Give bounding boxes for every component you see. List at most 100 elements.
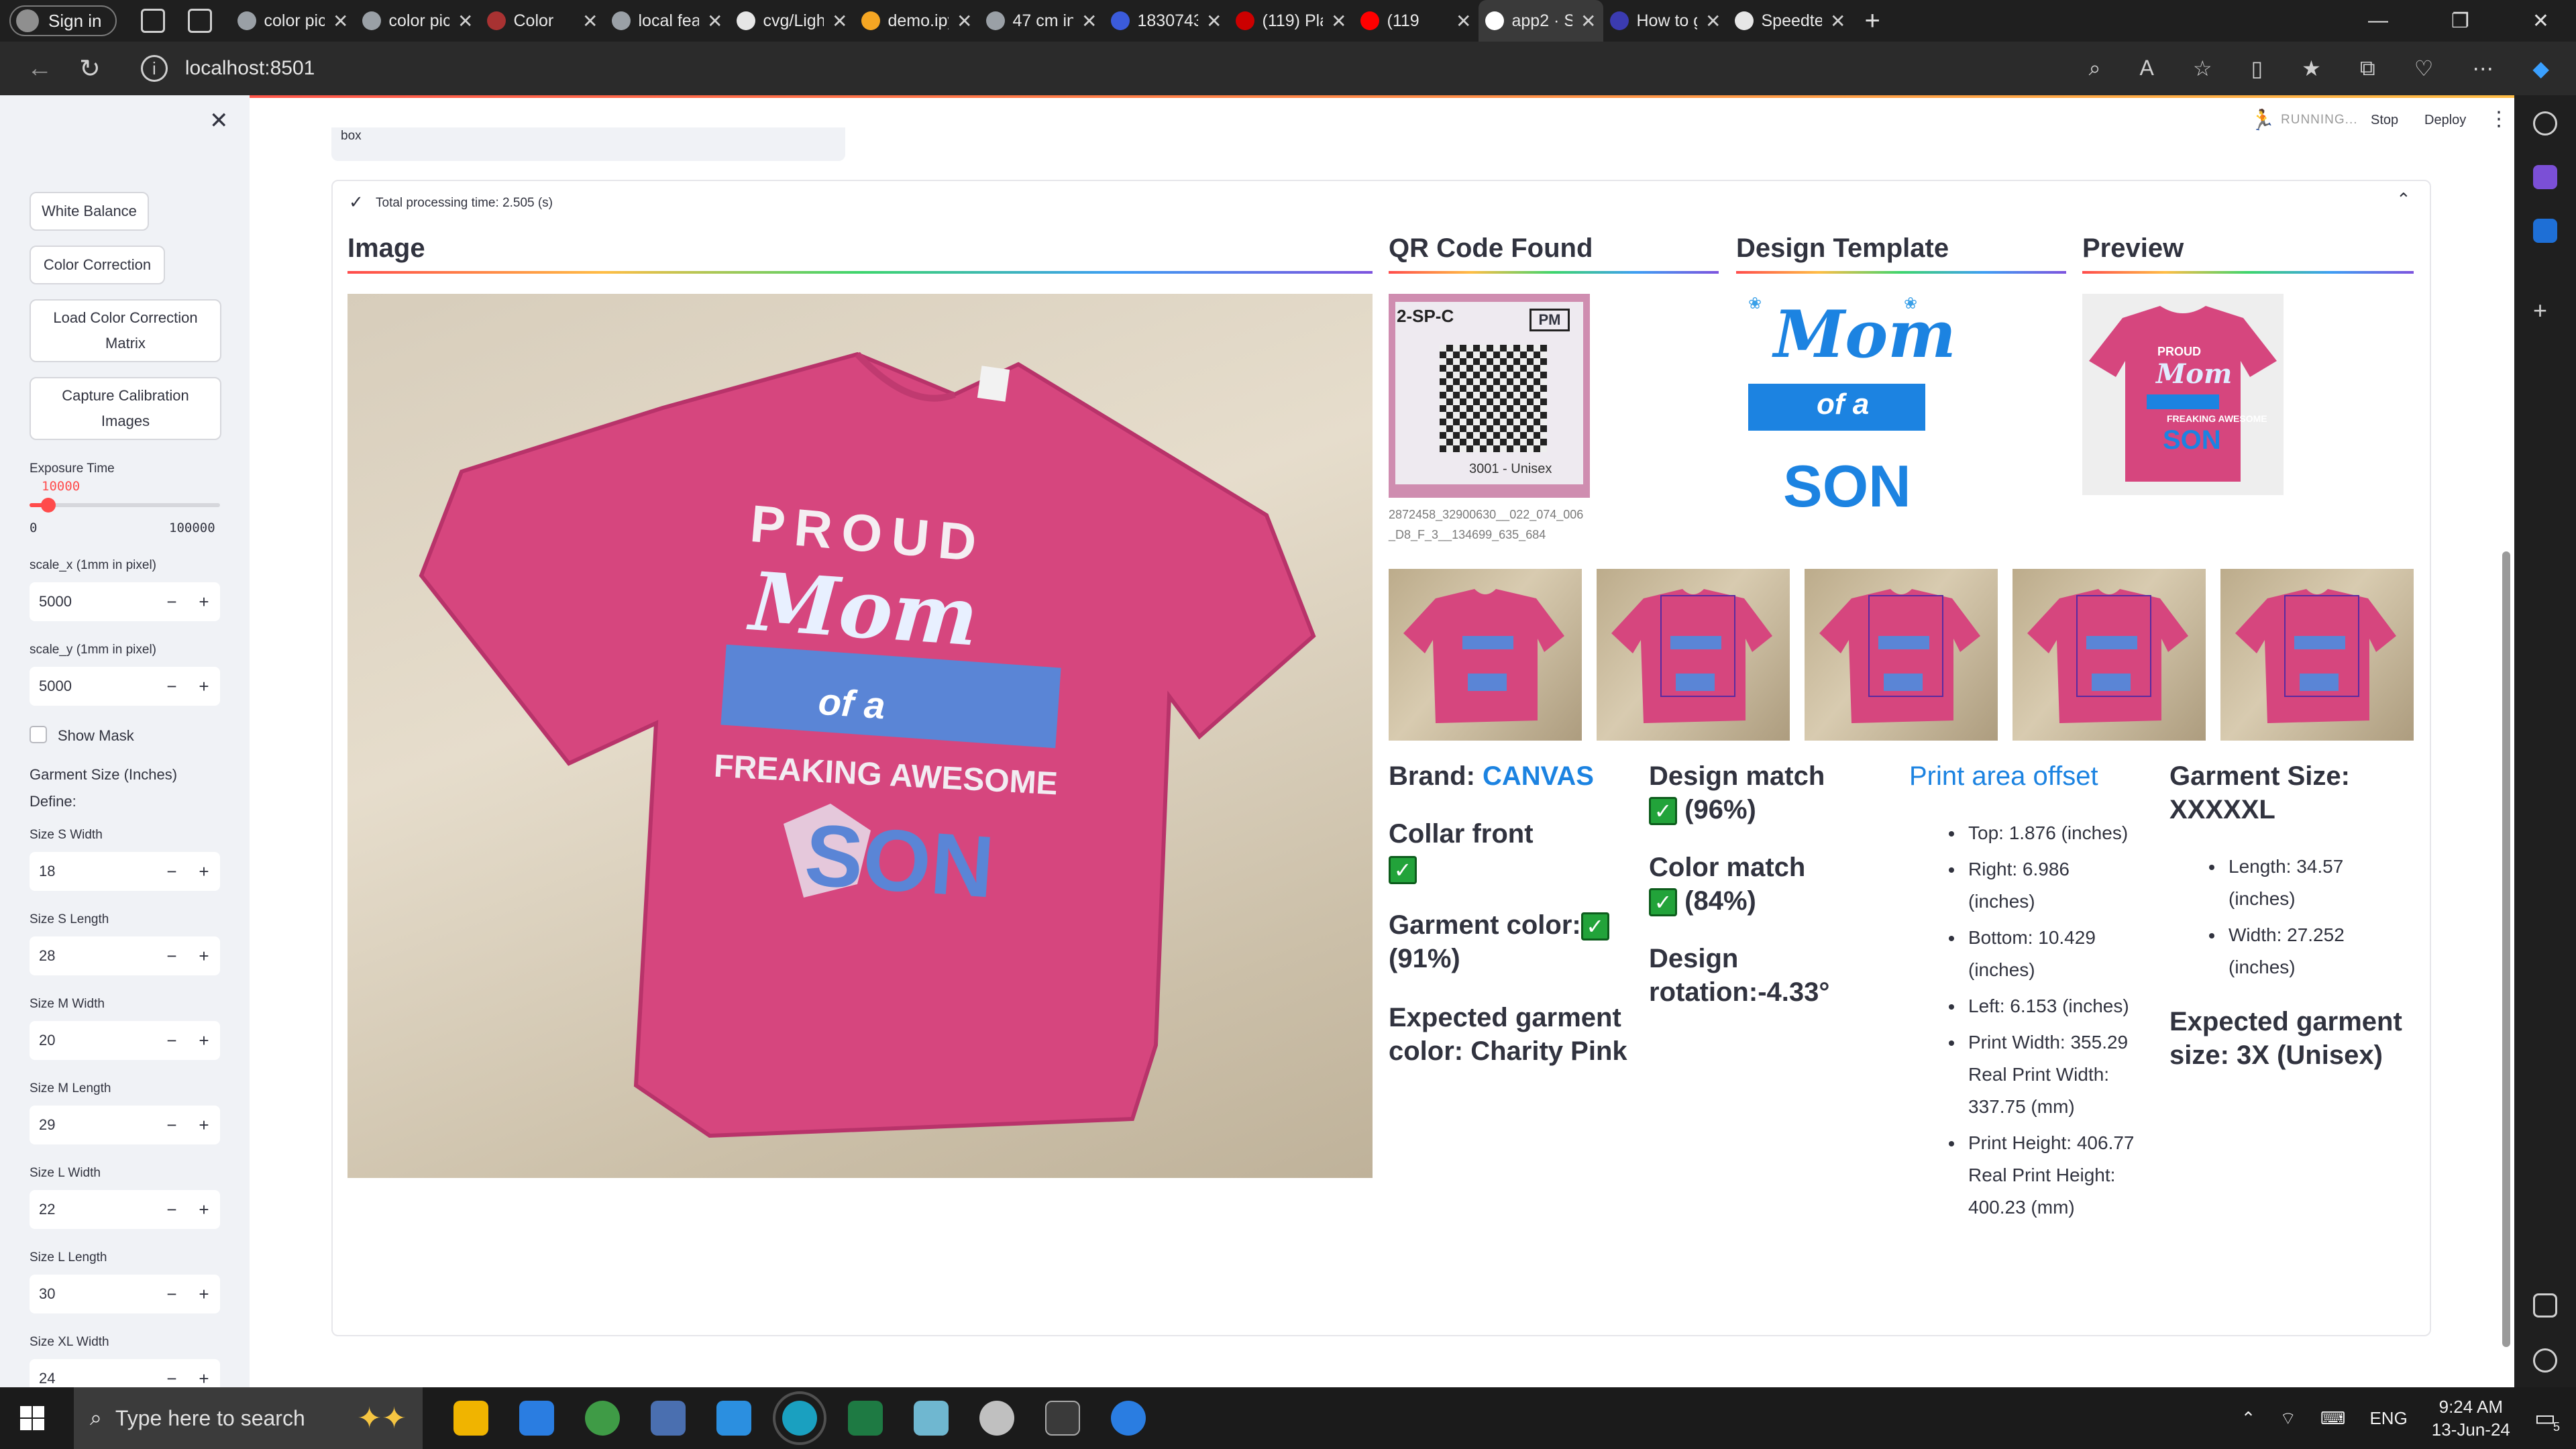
tab-close-icon[interactable]: ✕ [1705, 10, 1721, 32]
main-menu-icon[interactable]: ⋮ [2489, 107, 2509, 131]
network-icon[interactable]: ⌔ [2279, 1407, 2296, 1430]
browser-tab[interactable]: color pick ✕ [356, 0, 480, 42]
scale-x-increment-button[interactable]: + [188, 592, 220, 612]
show-mask-checkbox[interactable] [30, 726, 47, 743]
browser-tab[interactable]: (119 ✕ [1354, 0, 1479, 42]
zalo-icon[interactable] [1111, 1401, 1146, 1436]
more-menu-icon[interactable]: ⋯ [2472, 56, 2493, 81]
size-m-width-value[interactable]: 20 [30, 1032, 156, 1049]
vscode-icon[interactable] [716, 1401, 751, 1436]
size-l-width-increment-button[interactable]: + [188, 1199, 220, 1220]
stop-button[interactable]: Stop [2371, 113, 2398, 128]
favorites-icon[interactable]: ★ [2302, 56, 2321, 81]
size-xl-width-input[interactable]: 24 − + [30, 1359, 220, 1387]
tab-close-icon[interactable]: ✕ [582, 10, 598, 32]
outlook-icon[interactable] [2533, 219, 2557, 243]
size-m-length-decrement-button[interactable]: − [156, 1115, 188, 1136]
size-l-width-input[interactable]: 22 − + [30, 1190, 220, 1229]
browser-tab[interactable]: 47 cm in ✕ [979, 0, 1104, 42]
size-m-length-increment-button[interactable]: + [188, 1115, 220, 1136]
reload-icon[interactable]: ↻ [79, 54, 101, 84]
url-field[interactable]: localhost:8501 [185, 57, 315, 80]
read-aloud-icon[interactable]: A [2140, 56, 2154, 81]
size-xl-width-decrement-button[interactable]: − [156, 1368, 188, 1388]
favorite-star-icon[interactable]: ☆ [2193, 56, 2212, 81]
browser-tab[interactable]: local featu ✕ [605, 0, 730, 42]
size-xl-width-value[interactable]: 24 [30, 1370, 156, 1387]
browser-tab[interactable]: Color ✕ [480, 0, 605, 42]
search-icon[interactable] [2533, 111, 2557, 136]
scale-x-input[interactable]: 5000 − + [30, 582, 220, 621]
calculator-icon[interactable] [1045, 1401, 1080, 1436]
language-indicator[interactable]: ENG [2369, 1408, 2407, 1429]
taskbar-search[interactable]: ⌕ Type here to search ✦✦ [74, 1387, 423, 1449]
split-screen-icon[interactable]: ▯ [2251, 56, 2263, 81]
collections-icon[interactable]: ⧉ [2360, 56, 2375, 81]
white-balance-button[interactable]: White Balance [30, 192, 149, 231]
size-l-length-decrement-button[interactable]: − [156, 1284, 188, 1305]
size-s-width-increment-button[interactable]: + [188, 861, 220, 882]
notes-icon[interactable] [914, 1401, 949, 1436]
browser-tab[interactable]: How to g ✕ [1603, 0, 1728, 42]
size-s-length-increment-button[interactable]: + [188, 946, 220, 967]
browser-tab[interactable]: cvg/Light ✕ [730, 0, 855, 42]
tab-close-icon[interactable]: ✕ [1580, 10, 1596, 32]
size-l-width-value[interactable]: 22 [30, 1201, 156, 1218]
scale-y-input[interactable]: 5000 − + [30, 667, 220, 706]
taskbar-search-placeholder[interactable]: Type here to search [115, 1406, 305, 1431]
add-sidebar-app-icon[interactable]: + [2533, 299, 2557, 325]
tab-close-icon[interactable]: ✕ [832, 10, 847, 32]
chrome-icon[interactable] [585, 1401, 620, 1436]
browser-tab[interactable]: demo.ipy ✕ [855, 0, 979, 42]
minimize-icon[interactable]: — [2368, 9, 2388, 33]
sidebar-settings-icon[interactable] [2533, 1348, 2557, 1373]
browser-tab[interactable]: Speedtest ✕ [1728, 0, 1853, 42]
size-s-length-decrement-button[interactable]: − [156, 946, 188, 967]
size-s-width-value[interactable]: 18 [30, 863, 156, 880]
close-sidebar-icon[interactable]: ✕ [209, 107, 229, 134]
browser-tab[interactable]: color pick ✕ [231, 0, 356, 42]
site-info-icon[interactable]: i [140, 55, 168, 82]
tab-close-icon[interactable]: ✕ [333, 10, 348, 32]
profile-signin-button[interactable]: Sign in [9, 5, 117, 36]
browser-essentials-icon[interactable]: ♡ [2414, 56, 2434, 81]
tab-close-icon[interactable]: ✕ [1081, 10, 1097, 32]
tab-actions-icon[interactable] [187, 9, 212, 33]
size-s-length-input[interactable]: 28 − + [30, 936, 220, 975]
tab-close-icon[interactable]: ✕ [957, 10, 972, 32]
tab-close-icon[interactable]: ✕ [1331, 10, 1346, 32]
scale-x-decrement-button[interactable]: − [156, 592, 188, 612]
close-window-icon[interactable]: ✕ [2532, 9, 2549, 33]
deploy-button[interactable]: Deploy [2424, 113, 2466, 128]
size-l-length-value[interactable]: 30 [30, 1285, 156, 1303]
file-explorer-icon[interactable] [453, 1401, 488, 1436]
zoom-icon[interactable]: ⌕ [2089, 56, 2101, 81]
size-m-width-increment-button[interactable]: + [188, 1030, 220, 1051]
scale-y-increment-button[interactable]: + [188, 676, 220, 697]
keyboard-icon[interactable]: ⌨ [2320, 1408, 2346, 1429]
size-l-length-increment-button[interactable]: + [188, 1284, 220, 1305]
color-correction-button[interactable]: Color Correction [30, 246, 165, 284]
back-icon[interactable]: ← [27, 54, 52, 83]
screenshot-icon[interactable] [2533, 1293, 2557, 1318]
exposure-slider-track[interactable] [30, 498, 220, 513]
size-m-width-input[interactable]: 20 − + [30, 1021, 220, 1060]
browser-tab[interactable]: app2 · Str ✕ [1478, 0, 1603, 42]
load-color-correction-matrix-button[interactable]: Load Color Correction Matrix [30, 299, 221, 362]
copilot-icon[interactable]: ◆ [2532, 56, 2549, 81]
tab-close-icon[interactable]: ✕ [1206, 10, 1222, 32]
size-m-width-decrement-button[interactable]: − [156, 1030, 188, 1051]
snipping-tool-icon[interactable] [979, 1401, 1014, 1436]
browser-tab[interactable]: 1830743 ✕ [1104, 0, 1229, 42]
notifications-icon[interactable]: ▭ 5 [2534, 1405, 2560, 1434]
size-m-length-input[interactable]: 29 − + [30, 1106, 220, 1144]
size-xl-width-increment-button[interactable]: + [188, 1368, 220, 1388]
tab-close-icon[interactable]: ✕ [1456, 10, 1471, 32]
scale-x-value[interactable]: 5000 [30, 593, 156, 610]
size-s-width-decrement-button[interactable]: − [156, 861, 188, 882]
restore-icon[interactable]: ❐ [2451, 9, 2469, 33]
page-scrollbar[interactable] [2502, 551, 2510, 1347]
workspaces-icon[interactable] [140, 9, 165, 33]
store-icon[interactable] [519, 1401, 554, 1436]
browser-tab[interactable]: (119) Play ✕ [1229, 0, 1354, 42]
